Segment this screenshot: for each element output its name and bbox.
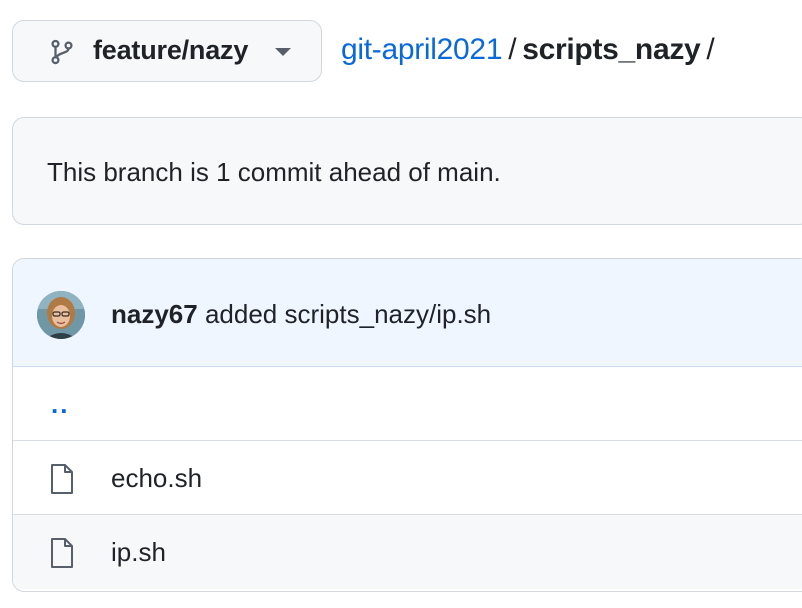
branch-status-text: This branch is 1 commit ahead of main. xyxy=(47,157,501,187)
latest-commit-row: nazy67 added scripts_nazy/ip.sh xyxy=(13,259,802,367)
breadcrumb-separator: / xyxy=(508,33,517,66)
avatar[interactable] xyxy=(37,291,85,339)
breadcrumb-repo-link[interactable]: git-april2021 xyxy=(341,33,503,66)
commit-summary: nazy67 added scripts_nazy/ip.sh xyxy=(111,299,491,330)
git-branch-icon xyxy=(51,39,73,65)
commit-author[interactable]: nazy67 xyxy=(111,299,198,329)
breadcrumb-current-dir: scripts_nazy xyxy=(522,33,701,66)
file-icon xyxy=(51,464,73,494)
list-item[interactable]: echo.sh xyxy=(13,441,802,515)
parent-directory-row[interactable]: .. xyxy=(13,367,802,441)
breadcrumb: git-april2021/scripts_nazy / xyxy=(341,33,720,67)
list-item[interactable]: ip.sh xyxy=(13,515,802,589)
branch-status-box: This branch is 1 commit ahead of main. xyxy=(12,117,802,225)
file-name-link[interactable]: ip.sh xyxy=(111,537,166,568)
parent-directory-link[interactable]: .. xyxy=(51,389,69,420)
file-list: nazy67 added scripts_nazy/ip.sh .. echo.… xyxy=(12,258,802,592)
branch-name: feature/nazy xyxy=(93,35,249,65)
file-name-link[interactable]: echo.sh xyxy=(111,463,202,494)
breadcrumb-trailing-separator: / xyxy=(706,33,715,66)
file-icon xyxy=(51,538,73,568)
branch-selector-button[interactable]: feature/nazy xyxy=(12,20,322,82)
commit-message[interactable]: added scripts_nazy/ip.sh xyxy=(205,299,491,329)
chevron-down-icon xyxy=(275,48,291,56)
